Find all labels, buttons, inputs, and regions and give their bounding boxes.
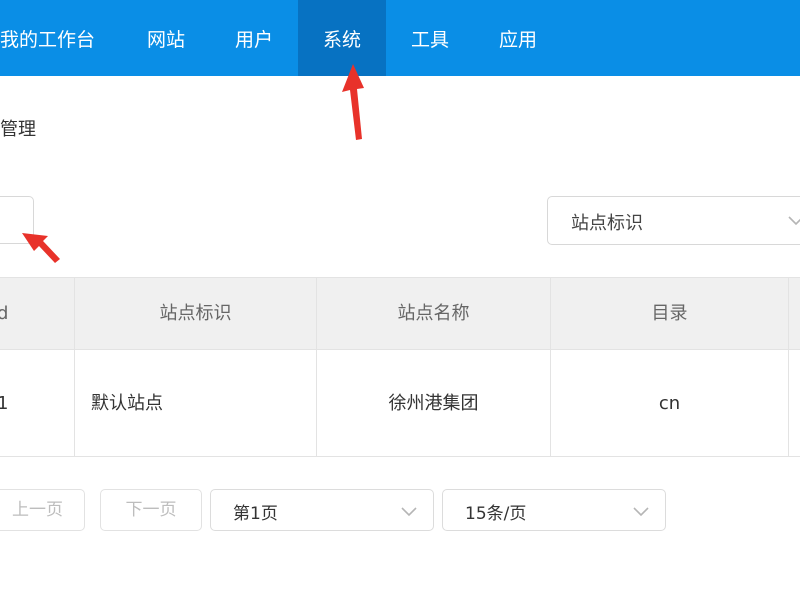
nav-item-label: 工具	[410, 29, 449, 51]
column-header-id: d	[0, 278, 75, 350]
site-table: d 站点标识 站点名称 目录 1 默认站点 徐州港集团 cn	[0, 277, 800, 457]
select-label: 站点标识	[571, 213, 643, 234]
page-select-label: 第1页	[233, 504, 278, 524]
nav-item-label: 用户	[234, 29, 273, 51]
nav-item-label: 应用	[498, 29, 537, 51]
cell-site-name: 徐州港集团	[317, 350, 551, 457]
search-input[interactable]	[0, 196, 34, 244]
nav-item-workbench[interactable]: 我的工作台	[0, 0, 110, 76]
chevron-down-icon	[401, 507, 417, 517]
nav-item-apps[interactable]: 应用	[474, 0, 562, 76]
next-page-button[interactable]: 下一页	[100, 489, 202, 531]
table-header: d 站点标识 站点名称 目录	[0, 278, 800, 350]
site-identifier-select[interactable]: 站点标识	[547, 196, 800, 245]
nav-item-label: 网站	[146, 29, 185, 51]
cell-directory: cn	[551, 350, 789, 457]
top-navigation-bar: 我的工作台 网站 用户 系统 工具 应用	[0, 0, 800, 76]
chevron-down-icon	[633, 507, 649, 517]
cell-id: 1	[0, 350, 75, 457]
column-header-site-name: 站点名称	[317, 278, 551, 350]
page-size-select[interactable]: 15条/页	[442, 489, 666, 531]
nav-item-tools[interactable]: 工具	[386, 0, 474, 76]
page-title: 管理	[0, 119, 36, 140]
nav-item-label: 系统	[322, 29, 361, 51]
cell-site-identifier: 默认站点	[75, 350, 317, 457]
nav-item-website[interactable]: 网站	[122, 0, 210, 76]
column-header-site-identifier: 站点标识	[75, 278, 317, 350]
nav-item-system[interactable]: 系统	[298, 0, 386, 76]
page-number-select[interactable]: 第1页	[210, 489, 434, 531]
prev-page-button[interactable]: 上一页	[0, 489, 85, 531]
nav-item-label: 我的工作台	[0, 29, 96, 51]
column-header-directory: 目录	[551, 278, 789, 350]
nav-item-users[interactable]: 用户	[210, 0, 298, 76]
chevron-down-icon	[788, 216, 800, 226]
page-size-label: 15条/页	[465, 504, 527, 524]
